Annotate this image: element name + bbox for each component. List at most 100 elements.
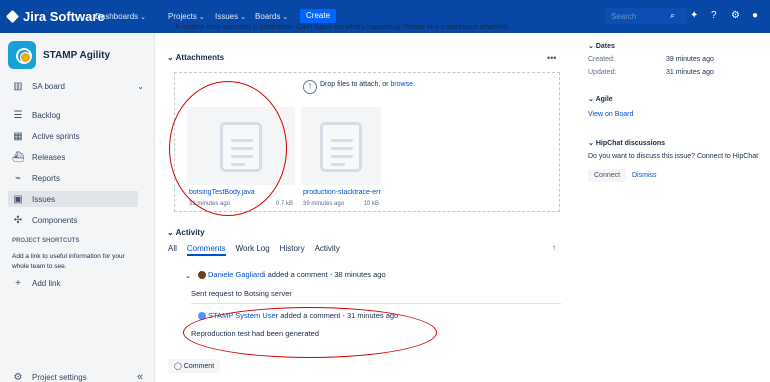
issues-menu[interactable]: Issues ⌄ [215,12,246,21]
agile-heading[interactable]: ⌄ Agile [588,95,613,103]
project-badge-icon [20,52,31,63]
attachment-name[interactable]: botsingTestBody.java [189,189,293,196]
attachment-name[interactable]: production-stacktrace-error. [303,189,381,196]
sidebar-item-label: Backlog [32,110,61,120]
sidebar-item-label: Reports [32,173,61,183]
activity-heading[interactable]: ⌄ Activity [167,228,205,237]
comment-body: Sent request to Botsing server [191,289,292,298]
chart-icon: ⌁ [14,172,22,184]
jira-logo-text: Jira Software [23,9,105,24]
dashboards-menu[interactable]: Dashboards ⌄ [95,12,146,21]
attachment-size: 0.7 kB [275,201,293,207]
chevron-down-icon: ⌄ [588,43,594,50]
attachments-heading[interactable]: ⌄ Attachments [167,53,224,62]
collapse-sidebar-icon[interactable]: « [137,371,143,382]
issues-chevron-icon: ⌄ [240,14,246,21]
plus-icon: + [15,277,21,289]
description-text: A runtime error occurred in production. … [175,24,509,31]
issue-details-panel: ⌄ Dates Created: 39 minutes ago Updated:… [572,33,770,382]
board-selector[interactable]: ▥ SA board ⌄ [12,78,144,94]
user-avatar-icon[interactable]: ● [752,10,758,21]
ship-icon: ⛴ [12,151,25,163]
dates-heading[interactable]: ⌄ Dates [588,42,615,50]
sidebar-item-label: Active sprints [32,131,80,141]
feedback-icon[interactable]: ✦ [690,10,698,21]
created-label: Created: [588,56,615,63]
tab-history[interactable]: History [280,244,305,256]
sidebar-item-label: Issues [32,194,56,204]
comment-body: Reproduction test had been generated [191,329,320,338]
file-thumbnail [301,107,381,185]
chevron-down-icon: ⌄ [167,228,174,237]
help-icon[interactable]: ? [711,10,717,21]
updated-value: 31 minutes ago [666,69,714,76]
chevron-down-icon: ⌄ [588,96,594,103]
comment-button[interactable]: ◯ Comment [168,359,221,373]
activity-tabs: All Comments Work Log History Activity [168,244,340,256]
project-settings-label: Project settings [32,372,87,382]
attachment-dropzone[interactable]: ↑ Drop files to attach, or browse. botsi… [174,72,560,212]
board-chevron-icon: ⌄ [137,81,144,91]
sidebar-item-releases[interactable]: ⛴ Releases [12,149,65,165]
hipchat-description: Do you want to discuss this issue? Conne… [588,153,759,160]
add-link-button[interactable]: + Add link [12,275,60,291]
sidebar-item-reports[interactable]: ⌁ Reports [12,170,60,186]
attachment-card[interactable]: botsingTestBody.java 31 minutes ago 0.7 … [187,107,295,210]
comment-author-link[interactable]: STAMP System User [208,311,278,320]
issues-icon: ▣ [13,193,23,205]
sidebar-item-label: Releases [32,152,66,162]
tab-work-log[interactable]: Work Log [236,244,270,256]
projects-chevron-icon: ⌄ [198,14,205,21]
view-on-board-link[interactable]: View on Board [588,111,633,118]
sidebar-item-active-sprints[interactable]: ▦ Active sprints [12,128,80,144]
issue-detail-main: A runtime error occurred in production. … [155,24,572,382]
search-icon[interactable]: ⌕ [670,10,675,21]
puzzle-icon: ✣ [13,214,23,226]
document-icon [320,122,362,172]
boards-menu[interactable]: Boards ⌄ [255,12,288,21]
create-button[interactable]: Create [300,9,337,23]
comment-author-link[interactable]: Daniele Gagliardi [208,270,266,279]
comment-icon: ◯ [174,363,182,370]
created-value: 39 minutes ago [666,56,714,63]
settings-gear-icon[interactable]: ⚙ [731,10,740,21]
user-avatar-icon [198,271,206,279]
browse-link[interactable]: browse. [390,81,415,88]
sidebar-item-backlog[interactable]: ☰ Backlog [12,107,61,123]
projects-menu[interactable]: Projects ⌄ [168,12,205,21]
comment-header: STAMP System User added a comment - 31 m… [208,311,399,320]
more-actions-icon[interactable]: ••• [547,53,556,63]
sidebar-item-label: Components [32,215,78,225]
project-shortcuts-title: PROJECT SHORTCUTS [12,238,80,244]
file-thumbnail [187,107,295,185]
tab-all[interactable]: All [168,244,177,256]
project-shortcuts-description: Add a link to useful information for you… [12,253,125,270]
project-settings-link[interactable]: ⚙ Project settings [12,369,87,382]
backlog-icon: ☰ [13,109,23,121]
add-link-label: Add link [32,278,61,288]
attachment-size: 10 kB [363,201,379,207]
attachment-time: 39 minutes ago [303,201,345,207]
updated-label: Updated: [588,69,617,76]
comment-header: Daniele Gagliardi added a comment - 38 m… [208,270,386,279]
board-icon: ▥ [13,80,23,92]
chevron-down-icon: ⌄ [588,140,594,147]
comment-divider [191,303,561,304]
tab-comments[interactable]: Comments [186,244,226,256]
sidebar-item-components[interactable]: ✣ Components [12,212,78,228]
sort-arrow-icon[interactable]: ↑ [552,243,556,252]
comment-collapse-icon[interactable]: ⌄ [185,271,191,280]
sidebar-item-issues[interactable]: ▣ Issues [8,191,138,207]
attachment-card[interactable]: production-stacktrace-error. 39 minutes … [301,107,381,210]
hipchat-heading[interactable]: ⌄ HipChat discussions [588,139,665,147]
settings-gear-icon: ⚙ [13,371,23,382]
project-name[interactable]: STAMP Agility [43,50,110,61]
tab-activity[interactable]: Activity [315,244,340,256]
connect-button[interactable]: Connect [588,169,627,182]
jira-logo[interactable]: Jira Software [5,9,105,24]
dismiss-link[interactable]: Dismiss [632,172,657,179]
project-sidebar: STAMP Agility ▥ SA board ⌄ ☰ Backlog ▦ A… [0,33,155,382]
upload-icon: ↑ [303,80,317,94]
jira-logo-icon [5,9,20,24]
boards-chevron-icon: ⌄ [282,14,289,21]
